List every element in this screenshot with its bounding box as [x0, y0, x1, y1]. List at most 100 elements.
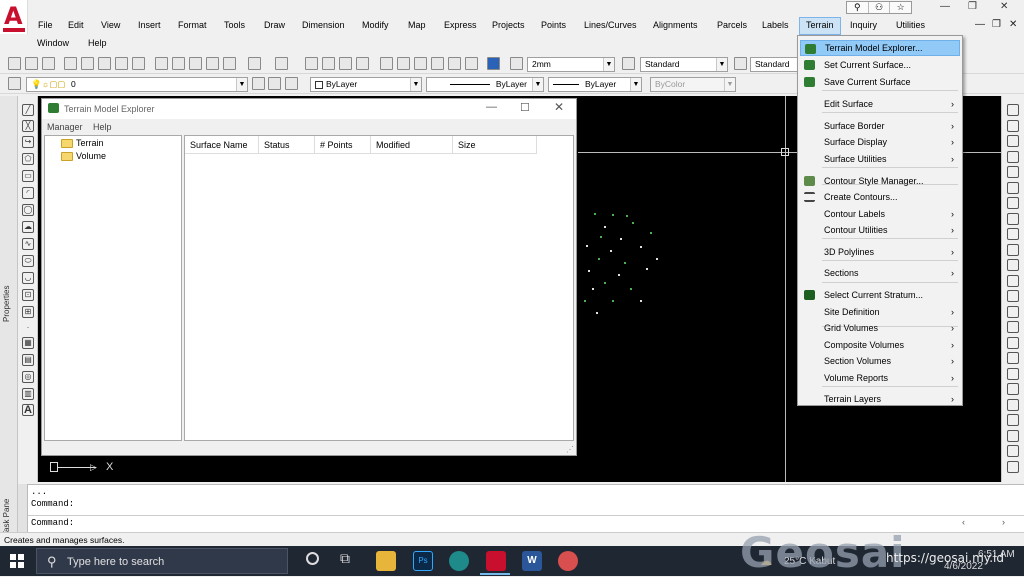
undo-icon[interactable]	[248, 57, 261, 70]
print-icon[interactable]	[64, 57, 77, 70]
layer-iso-icon[interactable]	[285, 77, 298, 90]
dim-linear-icon[interactable]	[1007, 352, 1019, 364]
file-explorer-icon[interactable]	[376, 551, 396, 571]
gradient-icon[interactable]: ▤	[22, 354, 34, 366]
join-icon[interactable]	[1007, 290, 1019, 302]
col-status[interactable]: Status	[259, 136, 315, 154]
menu-insert[interactable]: Insert	[138, 20, 161, 30]
rectangle-icon[interactable]: ▭	[22, 170, 34, 182]
terrain-menu-item-select-current-stratum[interactable]: Select Current Stratum...	[800, 287, 960, 303]
menu-lines-curves[interactable]: Lines/Curves	[584, 20, 637, 30]
plot-preview-icon[interactable]	[81, 57, 94, 70]
minimize-icon[interactable]: —	[486, 101, 497, 113]
scroll-right-icon[interactable]: ›	[1002, 517, 1005, 527]
text-style-icon[interactable]	[510, 57, 523, 70]
dim-style-combo[interactable]: Standard	[750, 57, 798, 72]
properties-tab[interactable]: Properties	[2, 286, 11, 322]
menu-map[interactable]: Map	[408, 20, 426, 30]
restore-window-button[interactable]: ❐	[968, 1, 977, 12]
terrain-menu-item-sections[interactable]: Sections ›	[800, 265, 960, 281]
user-icon[interactable]: ⚇	[869, 2, 891, 13]
col-modified[interactable]: Modified	[371, 136, 453, 154]
menu-tools[interactable]: Tools	[224, 20, 245, 30]
rotate-icon[interactable]	[1007, 197, 1019, 209]
terrain-menu-item-terrain-layers[interactable]: Terrain Layers ›	[800, 391, 960, 407]
spline-icon[interactable]: ∿	[22, 238, 34, 250]
quickcalc-icon[interactable]	[465, 57, 478, 70]
save-icon[interactable]	[42, 57, 55, 70]
terrain-menu-item-volume-reports[interactable]: Volume Reports ›	[800, 370, 960, 386]
dim-radius-icon[interactable]	[1007, 367, 1019, 380]
arc-icon[interactable]: ◜	[22, 187, 34, 199]
task-pane-tab[interactable]: Task Pane	[2, 499, 11, 536]
menu-alignments[interactable]: Alignments	[653, 20, 698, 30]
tme-menu-manager[interactable]: Manager	[47, 122, 83, 132]
photoshop-icon[interactable]: Ps	[413, 551, 433, 571]
copy-object-icon[interactable]	[1007, 119, 1019, 132]
menu-parcels[interactable]: Parcels	[717, 20, 747, 30]
menu-file[interactable]: File	[38, 20, 53, 30]
insert-block-icon[interactable]: ⊡	[22, 289, 34, 301]
layer-previous-icon[interactable]	[268, 77, 281, 90]
match-properties-icon[interactable]	[206, 57, 219, 70]
terrain-model-explorer-window[interactable]: Terrain Model Explorer — ☐ ✕ Manager Hel…	[41, 98, 577, 456]
command-window-grip[interactable]	[18, 484, 28, 532]
table-style-icon[interactable]	[734, 57, 747, 70]
move-icon[interactable]	[1007, 181, 1019, 194]
autocad-taskbar-icon[interactable]	[486, 551, 506, 571]
tolerance-icon[interactable]	[1007, 429, 1019, 442]
stretch-icon[interactable]	[1007, 228, 1019, 240]
trim-icon[interactable]	[1007, 243, 1019, 256]
menu-window[interactable]: Window	[37, 38, 69, 48]
terrain-menu-item-terrain-model-explorer[interactable]: Terrain Model Explorer...	[800, 40, 960, 56]
tree-item-terrain[interactable]: Terrain	[61, 138, 104, 149]
terrain-menu-item-contour-utilities[interactable]: Contour Utilities ›	[800, 222, 960, 238]
zoom-previous-icon[interactable]	[356, 57, 369, 70]
windows-start-icon[interactable]	[10, 554, 24, 568]
dim-style-icon[interactable]	[622, 57, 635, 70]
autocad-logo[interactable]: A	[0, 0, 28, 34]
layer-manager-icon[interactable]	[8, 77, 21, 90]
maximize-icon[interactable]: ☐	[520, 101, 530, 114]
sheet-set-icon[interactable]	[431, 57, 444, 70]
erase-icon[interactable]	[1007, 104, 1019, 116]
fillet-icon[interactable]	[1007, 321, 1019, 333]
menu-projects[interactable]: Projects	[492, 20, 525, 30]
scale-icon[interactable]	[1007, 212, 1019, 225]
menu-view[interactable]: View	[101, 20, 120, 30]
publish-icon[interactable]	[98, 57, 111, 70]
help-search-box[interactable]: ⚲ ⚇ ☆	[846, 1, 912, 14]
pan-icon[interactable]	[305, 57, 318, 70]
region-icon[interactable]: ◎	[22, 371, 34, 383]
col-surface-name[interactable]: Surface Name	[185, 136, 259, 154]
text-height-combo[interactable]: 2mm ▼	[527, 57, 615, 72]
terrain-menu-item-composite-volumes[interactable]: Composite Volumes ›	[800, 337, 960, 353]
copy-icon[interactable]	[172, 57, 185, 70]
block-editor-icon[interactable]	[223, 57, 236, 70]
break-icon[interactable]	[1007, 274, 1019, 287]
tme-title-bar[interactable]: Terrain Model Explorer — ☐ ✕	[42, 99, 576, 119]
terrain-menu-item-set-current-surface[interactable]: Set Current Surface...	[800, 57, 960, 73]
leader-icon[interactable]	[1007, 414, 1019, 426]
terrain-menu-item-contour-labels[interactable]: Contour Labels ›	[800, 206, 960, 222]
ellipse-arc-icon[interactable]: ◡	[22, 272, 34, 284]
mdi-close-button[interactable]: ✕	[1009, 19, 1017, 30]
star-icon[interactable]: ☆	[890, 2, 911, 13]
table-icon[interactable]: ▥	[22, 388, 34, 400]
menu-inquiry[interactable]: Inquiry	[850, 20, 877, 30]
mirror-icon[interactable]	[1007, 135, 1019, 147]
3d-dwf-icon[interactable]	[115, 57, 128, 70]
zoom-window-icon[interactable]	[339, 57, 352, 70]
app-icon[interactable]	[558, 551, 578, 571]
menu-labels[interactable]: Labels	[762, 20, 789, 30]
terrain-menu-item-grid-volumes[interactable]: Grid Volumes ›	[800, 320, 960, 336]
resize-grip-icon[interactable]: ⋰	[566, 445, 574, 454]
task-view-icon[interactable]: ⧉	[340, 550, 350, 567]
search-icon[interactable]: ⚲	[847, 2, 869, 13]
new-icon[interactable]	[8, 57, 21, 70]
redo-icon[interactable]	[275, 57, 288, 70]
command-prompt[interactable]: Command:	[31, 518, 74, 528]
taskbar-search-box[interactable]: ⚲ Type here to search	[36, 548, 288, 574]
menu-help[interactable]: Help	[88, 38, 107, 48]
terrain-menu-item-surface-display[interactable]: Surface Display ›	[800, 134, 960, 150]
